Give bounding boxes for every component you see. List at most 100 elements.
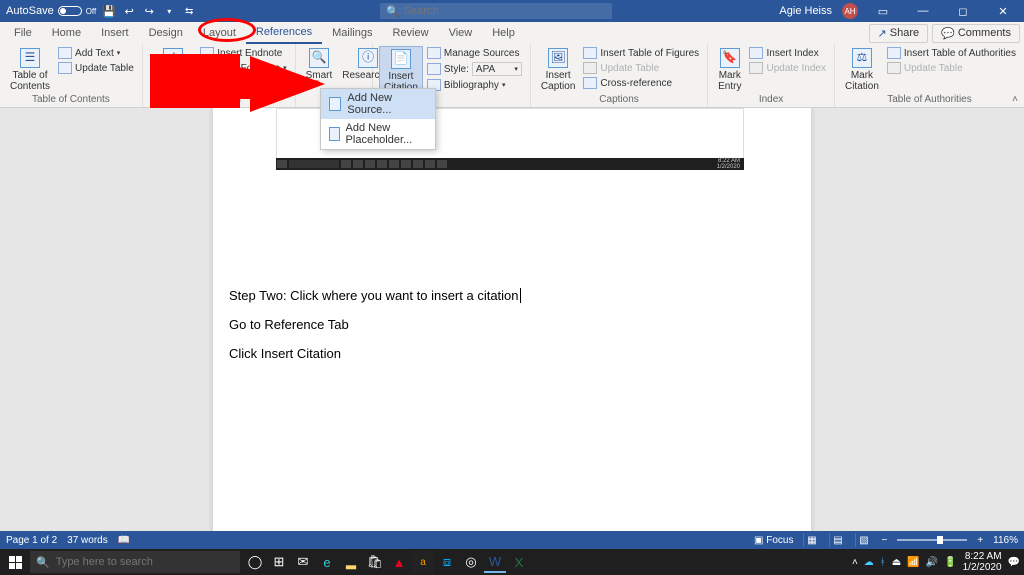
- cortana-icon[interactable]: ◯: [244, 551, 266, 573]
- bluetooth-icon[interactable]: ᚼ: [880, 557, 886, 568]
- clock[interactable]: 8:22 AM 1/2/2020: [963, 551, 1002, 573]
- manage-sources-icon: [427, 47, 441, 59]
- zoom-out-button[interactable]: −: [881, 535, 887, 546]
- tab-home[interactable]: Home: [42, 22, 91, 44]
- wifi-icon[interactable]: 📶: [907, 557, 919, 568]
- caption-icon: 🖼: [548, 48, 568, 68]
- zoom-in-button[interactable]: +: [977, 535, 983, 546]
- redo-icon[interactable]: ↪: [142, 4, 156, 18]
- toc-icon: ☰: [20, 48, 40, 68]
- onedrive-icon[interactable]: ☁: [864, 557, 874, 568]
- user-name[interactable]: Agie Heiss: [779, 5, 832, 17]
- document-canvas[interactable]: Step Two: Click where you want to insert…: [0, 108, 1024, 531]
- tab-insert[interactable]: Insert: [91, 22, 139, 44]
- amazon-icon[interactable]: a: [412, 551, 434, 573]
- insert-toa-button[interactable]: Insert Table of Authorities: [885, 46, 1018, 60]
- comments-button[interactable]: 💬Comments: [932, 24, 1020, 43]
- doc-line-2[interactable]: Go to Reference Tab: [229, 317, 795, 332]
- qat-dropdown-icon[interactable]: ▾: [162, 4, 176, 18]
- doc-line-3[interactable]: Click Insert Citation: [229, 346, 795, 361]
- group-footnotes: abInsert Footnote Insert Endnote Next Fo…: [143, 44, 296, 107]
- tab-file[interactable]: File: [4, 22, 42, 44]
- citation-style-select[interactable]: Style: APA▾: [425, 61, 524, 77]
- add-text-button[interactable]: Add Text▾: [56, 46, 136, 60]
- tray-chevron-icon[interactable]: ˄: [852, 557, 858, 568]
- dropbox-icon[interactable]: ⧈: [436, 551, 458, 573]
- start-button[interactable]: [0, 549, 30, 575]
- insert-citation-dropdown: Add New Source... Add New Placeholder...: [320, 88, 436, 150]
- minimize-button[interactable]: —: [908, 0, 938, 22]
- store-icon[interactable]: 🛍: [364, 551, 386, 573]
- mail-icon[interactable]: ✉: [292, 551, 314, 573]
- zoom-slider[interactable]: [897, 539, 967, 541]
- user-avatar[interactable]: AH: [842, 3, 858, 19]
- read-mode-button[interactable]: ▦: [803, 533, 819, 547]
- maximize-button[interactable]: ◻: [948, 0, 978, 22]
- document-body[interactable]: Step Two: Click where you want to insert…: [229, 288, 795, 361]
- insert-endnote-button[interactable]: Insert Endnote: [198, 46, 288, 60]
- autosave-toggle[interactable]: AutoSave Off: [6, 5, 96, 17]
- qat-more-icon[interactable]: ⇆: [182, 4, 196, 18]
- power-icon[interactable]: 🔋: [944, 557, 956, 568]
- tab-view[interactable]: View: [439, 22, 483, 44]
- tell-me-search[interactable]: 🔍: [380, 3, 612, 19]
- tab-mailings[interactable]: Mailings: [322, 22, 382, 44]
- mark-citation-button[interactable]: ⚖Mark Citation: [841, 46, 883, 94]
- add-new-placeholder-item[interactable]: Add New Placeholder...: [321, 119, 435, 149]
- print-layout-button[interactable]: ▤: [829, 533, 845, 547]
- focus-mode-button[interactable]: ▣ Focus: [754, 535, 793, 546]
- taskbar-search-input[interactable]: [56, 556, 234, 568]
- insert-footnote-button[interactable]: abInsert Footnote: [149, 46, 196, 94]
- system-tray: ˄ ☁ ᚼ ⏏ 📶 🔊 🔋 8:22 AM 1/2/2020 💬: [852, 551, 1024, 573]
- tab-review[interactable]: Review: [383, 22, 439, 44]
- toa-icon: [887, 47, 901, 59]
- statusbar: Page 1 of 2 37 words 📖 ▣ Focus ▦ ▤ ▧ − +…: [0, 531, 1024, 549]
- tab-design[interactable]: Design: [139, 22, 193, 44]
- smart-lookup-button[interactable]: 🔍Smart: [302, 46, 337, 83]
- update-figures-icon: [583, 62, 597, 74]
- notifications-icon[interactable]: 💬: [1008, 557, 1020, 568]
- word-icon[interactable]: W: [484, 551, 506, 573]
- task-view-icon[interactable]: ⊞: [268, 551, 290, 573]
- ribbon-display-options-icon[interactable]: ▭: [868, 0, 898, 22]
- undo-icon[interactable]: ↩: [122, 4, 136, 18]
- zoom-level[interactable]: 116%: [993, 535, 1018, 546]
- next-footnote-button[interactable]: Next Footnote▾: [198, 61, 288, 75]
- table-of-contents-button[interactable]: ☰Table of Contents: [6, 46, 54, 94]
- mark-entry-button[interactable]: 🔖Mark Entry: [714, 46, 745, 94]
- safely-remove-icon[interactable]: ⏏: [892, 557, 901, 568]
- collapse-ribbon-icon[interactable]: ˄: [1012, 94, 1018, 105]
- manage-sources-button[interactable]: Manage Sources: [425, 46, 524, 60]
- volume-icon[interactable]: 🔊: [926, 557, 938, 568]
- add-new-source-item[interactable]: Add New Source...: [321, 89, 435, 119]
- insert-index-button[interactable]: Insert Index: [747, 46, 828, 60]
- share-button[interactable]: ↗Share: [869, 24, 929, 43]
- edge-icon[interactable]: e: [316, 551, 338, 573]
- doc-line-1[interactable]: Step Two: Click where you want to insert…: [229, 288, 795, 303]
- page-count[interactable]: Page 1 of 2: [6, 535, 57, 546]
- taskbar-search[interactable]: 🔍: [30, 551, 240, 573]
- bibliography-button[interactable]: Bibliography▾: [425, 78, 524, 92]
- insert-caption-button[interactable]: 🖼Insert Caption: [537, 46, 579, 94]
- chrome-icon[interactable]: ◎: [460, 551, 482, 573]
- tab-layout[interactable]: Layout: [193, 22, 246, 44]
- save-icon[interactable]: 💾: [102, 4, 116, 18]
- ribbon: ☰Table of Contents Add Text▾ Update Tabl…: [0, 44, 1024, 108]
- tab-references[interactable]: References: [246, 22, 322, 44]
- insert-table-of-figures-button[interactable]: Insert Table of Figures: [581, 46, 701, 60]
- page[interactable]: Step Two: Click where you want to insert…: [213, 108, 811, 531]
- excel-icon[interactable]: X: [508, 551, 530, 573]
- web-layout-button[interactable]: ▧: [855, 533, 871, 547]
- word-count[interactable]: 37 words: [67, 535, 108, 546]
- tab-help[interactable]: Help: [482, 22, 525, 44]
- pdf-icon[interactable]: ▲: [388, 551, 410, 573]
- figures-icon: [583, 47, 597, 59]
- windows-taskbar: 🔍 ◯ ⊞ ✉ e ▂ 🛍 ▲ a ⧈ ◎ W X ˄ ☁ ᚼ ⏏ 📶 🔊 🔋 …: [0, 549, 1024, 575]
- spellcheck-icon[interactable]: 📖: [118, 535, 130, 546]
- update-table-button[interactable]: Update Table: [56, 61, 136, 75]
- search-input[interactable]: [404, 5, 606, 17]
- close-button[interactable]: ✕: [988, 0, 1018, 22]
- cross-reference-button[interactable]: Cross-reference: [581, 76, 701, 90]
- explorer-icon[interactable]: ▂: [340, 551, 362, 573]
- footnote-icon: ab: [163, 48, 183, 68]
